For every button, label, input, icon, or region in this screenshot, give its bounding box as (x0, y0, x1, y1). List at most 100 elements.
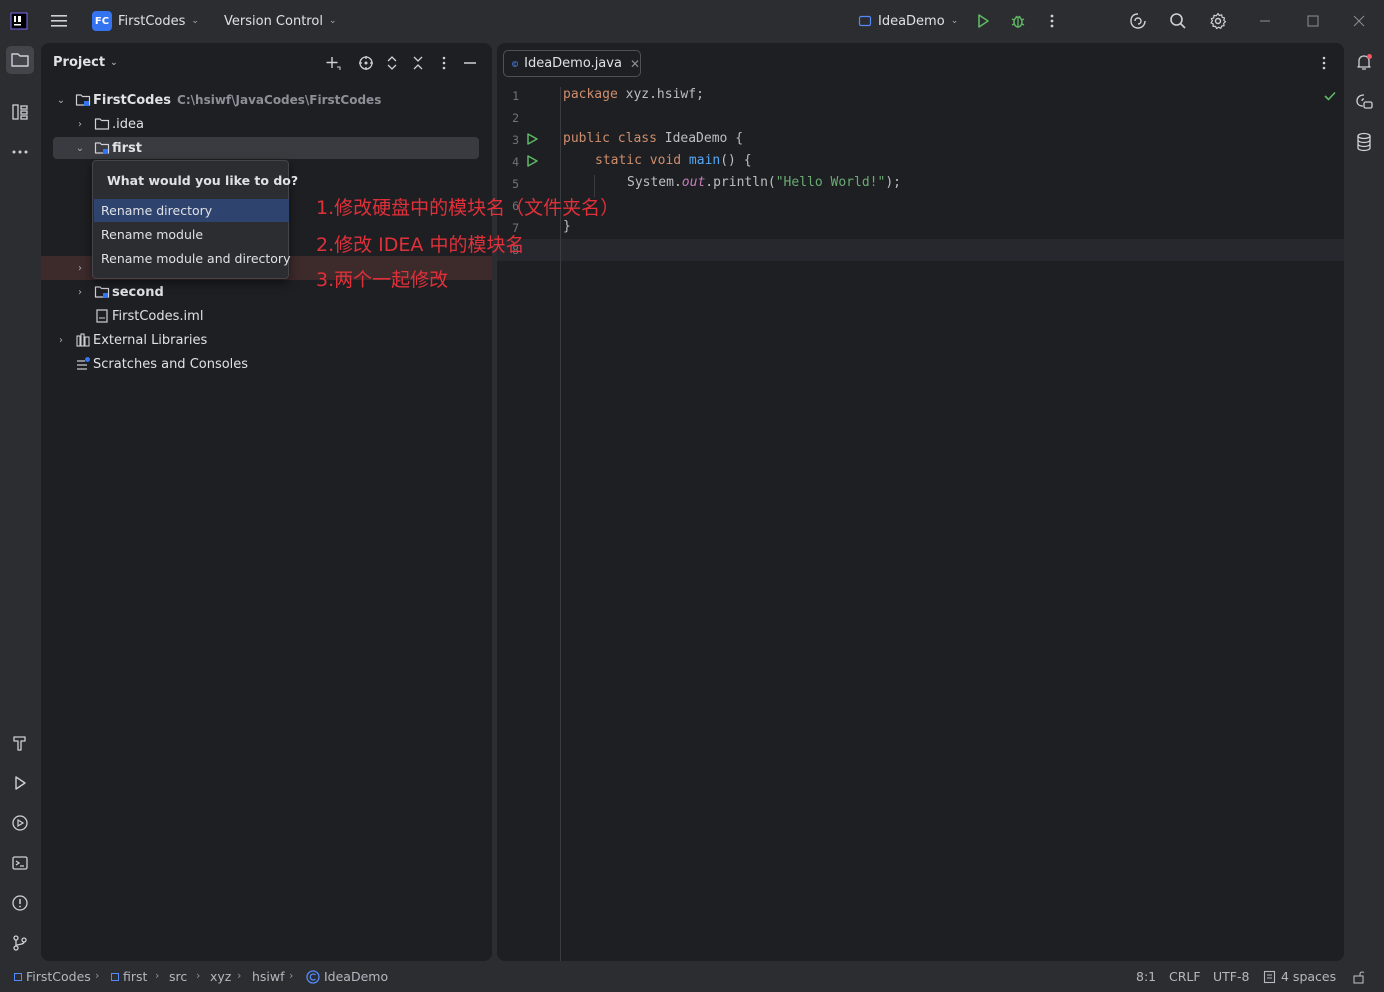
tree-label: FirstCodes.iml (112, 308, 204, 324)
maximize-window-icon[interactable] (1306, 10, 1320, 32)
annotation-2: 2.修改 IDEA 中的模块名 (316, 234, 525, 256)
main-menu-icon[interactable] (50, 10, 68, 32)
run-config-name: IdeaDemo (878, 13, 945, 29)
static-field: out (681, 175, 706, 190)
build-hammer-icon[interactable] (6, 729, 34, 757)
expand-all-icon[interactable] (382, 53, 402, 73)
rename-module-and-directory-option[interactable]: Rename module and directory (94, 247, 290, 270)
read-only-lock-icon[interactable] (1352, 970, 1366, 984)
minimize-window-icon[interactable] (1258, 10, 1272, 32)
tree-node-iml[interactable]: FirstCodes.iml (41, 304, 492, 328)
project-selector[interactable]: FC FirstCodes ⌄ (92, 10, 199, 32)
run-config-selector[interactable]: IdeaDemo ⌄ (858, 10, 958, 32)
tree-node-first[interactable]: ⌄ first (41, 136, 492, 160)
editor-options-icon[interactable] (1317, 55, 1331, 71)
project-tool-folder-icon[interactable] (6, 46, 34, 74)
run-button[interactable] (975, 10, 991, 32)
collapse-all-icon[interactable] (408, 53, 428, 73)
code-text: } (563, 219, 571, 234)
git-branch-icon[interactable] (6, 929, 34, 957)
locate-file-icon[interactable] (356, 53, 376, 73)
chevron-down-icon[interactable]: ⌄ (55, 94, 67, 106)
current-line-highlight (497, 239, 1344, 261)
chevron-down-icon[interactable]: ⌄ (74, 142, 86, 154)
structure-tool-icon[interactable] (6, 98, 34, 126)
code-line-4[interactable]: static void main() { (595, 153, 752, 168)
panel-options-icon[interactable] (434, 53, 454, 73)
ai-assistant-icon[interactable] (1129, 10, 1147, 32)
breadcrumb-src[interactable]: src (169, 969, 187, 984)
line-number: 2 (512, 111, 519, 125)
chevron-right-icon[interactable]: › (55, 334, 67, 346)
app-logo-icon[interactable] (10, 10, 28, 32)
more-actions-icon[interactable] (1045, 10, 1059, 32)
close-window-icon[interactable] (1352, 10, 1366, 32)
chevron-down-icon: ⌄ (328, 16, 337, 26)
tab-label: IdeaDemo.java (524, 56, 622, 71)
chevron-right-icon[interactable]: › (74, 118, 86, 130)
keyword: package (563, 87, 618, 102)
problems-icon[interactable] (6, 889, 34, 917)
project-view-selector[interactable]: Project ⌄ (53, 55, 118, 70)
search-icon[interactable] (1169, 10, 1187, 32)
code-line-5[interactable]: System.out.println("Hello World!"); (627, 175, 901, 190)
indent-label: 4 spaces (1281, 969, 1337, 984)
rename-module-option[interactable]: Rename module (94, 223, 289, 246)
vcs-menu[interactable]: Version Control ⌄ (224, 10, 336, 32)
vcs-label: Version Control (224, 13, 323, 29)
database-icon[interactable] (1350, 128, 1378, 156)
hide-panel-icon[interactable] (460, 53, 480, 73)
line-separator[interactable]: CRLF (1169, 969, 1201, 984)
editor-tab-ideademo[interactable]: IdeaDemo.java ✕ (503, 50, 641, 77)
tree-node-scratches[interactable]: Scratches and Consoles (41, 352, 492, 376)
run-class-gutter-icon[interactable] (525, 132, 539, 146)
project-badge: FC (92, 11, 112, 31)
project-name: FirstCodes (118, 13, 186, 29)
file-encoding[interactable]: UTF-8 (1213, 969, 1249, 984)
code-line-7[interactable]: } (563, 219, 571, 234)
debug-icon (1011, 15, 1025, 28)
tree-node-external-libraries[interactable]: › External Libraries (41, 328, 492, 352)
new-file-plus-icon[interactable] (323, 53, 343, 73)
services-icon[interactable] (6, 809, 34, 837)
caret-position[interactable]: 8:1 (1136, 969, 1156, 984)
terminal-icon[interactable] (6, 849, 34, 877)
debug-button[interactable] (1010, 10, 1026, 32)
chevron-down-icon: ⌄ (110, 57, 118, 68)
java-class-icon (512, 60, 518, 67)
tree-node-project-root[interactable]: ⌄ FirstCodes C:\hsiwf\JavaCodes\FirstCode… (41, 88, 492, 112)
no-problems-check-icon[interactable] (1323, 89, 1337, 103)
title-bar: FC FirstCodes ⌄ Version Control ⌄ IdeaDe… (0, 0, 1384, 42)
ai-chat-icon[interactable] (1350, 88, 1378, 116)
line-number: 5 (512, 177, 519, 191)
code-line-1[interactable]: package xyz.hsiwf; (563, 87, 704, 102)
run-config-icon (858, 15, 872, 27)
line-number: 3 (512, 133, 519, 147)
popup-title: What would you like to do? (107, 173, 299, 188)
breadcrumb-firstcodes[interactable]: FirstCodes (14, 969, 91, 984)
close-tab-icon[interactable]: ✕ (630, 57, 640, 71)
run-icon (978, 14, 989, 28)
breadcrumb-label: first (123, 969, 148, 984)
chevron-down-icon: ⌄ (950, 16, 959, 26)
chevron-right-icon[interactable]: › (74, 286, 86, 298)
code-line-3[interactable]: public class IdeaDemo { (563, 131, 743, 146)
run-tool-icon[interactable] (6, 769, 34, 797)
chevron-right-icon[interactable]: › (74, 262, 86, 274)
rename-directory-option[interactable]: Rename directory (94, 199, 289, 222)
breadcrumb-hsiwf[interactable]: hsiwf (252, 969, 285, 984)
breadcrumb-xyz[interactable]: xyz (210, 969, 231, 984)
breadcrumb-ideademo[interactable]: IdeaDemo (306, 969, 388, 984)
status-bar: FirstCodes › first › src › xyz › hsiwf ›… (0, 962, 1384, 992)
line-number: 1 (512, 89, 519, 103)
settings-gear-icon[interactable] (1209, 10, 1227, 32)
library-icon (75, 332, 91, 348)
breadcrumb-first[interactable]: first (111, 969, 147, 984)
indent-setting[interactable]: 4 spaces (1263, 969, 1336, 984)
run-main-gutter-icon[interactable] (525, 154, 539, 168)
tree-node-idea[interactable]: › .idea (41, 112, 492, 136)
notifications-bell-icon[interactable] (1350, 48, 1378, 76)
editor-pane: IdeaDemo.java ✕ 1 2 3 4 5 6 7 8 package … (497, 43, 1344, 961)
more-tools-icon[interactable] (6, 138, 34, 166)
right-tool-stripe (1344, 42, 1384, 962)
